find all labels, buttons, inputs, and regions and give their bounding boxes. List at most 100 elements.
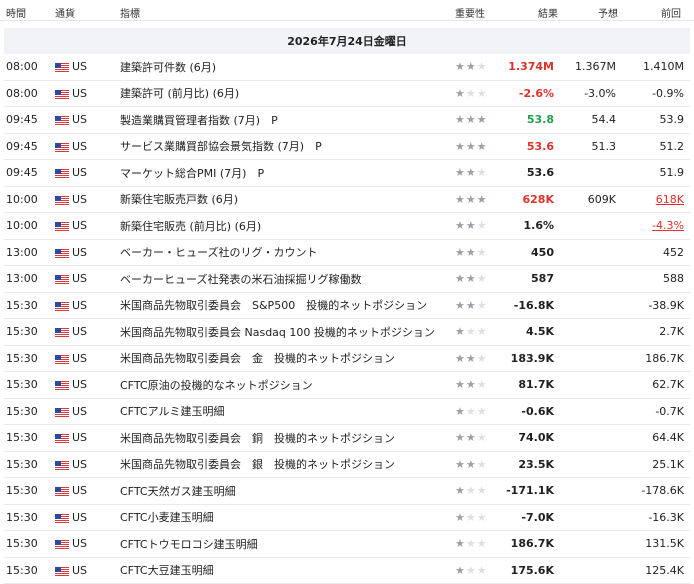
table-row[interactable]: 15:30USCFTCアルミ建玉明細★★★-0.6K-0.7K	[4, 399, 690, 426]
table-row[interactable]: 13:00USベーカー・ヒューズ社のリグ・カウント★★★450452	[4, 240, 690, 267]
table-row[interactable]: 08:00US建築許可 (前月比) (6月)★★★-2.6%-3.0%-0.9%	[4, 81, 690, 108]
indicator-name[interactable]: 建築許可件数 (6月)	[120, 54, 216, 80]
indicator-name[interactable]: 米国商品先物取引委員会 Nasdaq 100 投機的ネットポジション	[120, 319, 435, 345]
currency-code: US	[72, 505, 87, 531]
indicator-name[interactable]: CFTC天然ガス建玉明細	[120, 478, 236, 504]
event-time: 15:30	[6, 452, 38, 478]
table-row[interactable]: 15:30US米国商品先物取引委員会 Nasdaq 100 投機的ネットポジショ…	[4, 319, 690, 346]
event-time: 13:00	[6, 266, 38, 292]
indicator-name[interactable]: ベーカーヒューズ社発表の米石油採掘リグ稼働数	[120, 266, 361, 292]
table-row[interactable]: 15:30US米国商品先物取引委員会 S&P500 投機的ネットポジション★★★…	[4, 293, 690, 320]
table-row[interactable]: 09:45US製造業購買管理者指数 (7月) P★★★53.854.453.9	[4, 107, 690, 134]
table-row[interactable]: 09:45USマーケット総合PMI (7月) P★★★53.651.9	[4, 160, 690, 187]
star-icon: ★	[477, 431, 487, 444]
table-row[interactable]: 15:30USCFTC大豆建玉明細★★★175.6K125.4K	[4, 558, 690, 584]
currency-code: US	[72, 54, 87, 80]
indicator-name[interactable]: 米国商品先物取引委員会 銅 投機的ネットポジション	[120, 425, 395, 451]
table-row[interactable]: 09:45USサービス業購買部協会景気指数 (7月) P★★★53.651.35…	[4, 134, 690, 161]
table-row[interactable]: 10:00US新築住宅販売戸数 (6月)★★★628K609K618K	[4, 187, 690, 214]
previous-value: 588	[663, 266, 684, 292]
previous-value: 62.7K	[652, 372, 684, 398]
indicator-name[interactable]: ベーカー・ヒューズ社のリグ・カウント	[120, 240, 317, 266]
currency-code: US	[72, 478, 87, 504]
importance-stars: ★★★	[455, 531, 488, 557]
indicator-name[interactable]: 米国商品先物取引委員会 金 投機的ネットポジション	[120, 346, 395, 372]
table-row[interactable]: 15:30US米国商品先物取引委員会 銅 投機的ネットポジション★★★74.0K…	[4, 425, 690, 452]
table-row[interactable]: 15:30USCFTC原油の投機的なネットポジション★★★81.7K62.7K	[4, 372, 690, 399]
table-row[interactable]: 13:00USベーカーヒューズ社発表の米石油採掘リグ稼働数★★★587588	[4, 266, 690, 293]
indicator-name[interactable]: CFTCアルミ建玉明細	[120, 399, 224, 425]
indicator-name[interactable]: 建築許可 (前月比) (6月)	[120, 81, 239, 107]
previous-value: 51.2	[660, 134, 685, 160]
header-previous[interactable]: 前回	[661, 5, 681, 20]
us-flag-icon	[55, 196, 69, 205]
actual-value: -16.8K	[514, 293, 554, 319]
previous-value: 618K	[656, 187, 684, 213]
star-icon: ★	[477, 458, 487, 471]
header-forecast[interactable]: 予想	[598, 5, 618, 20]
previous-value: 452	[663, 240, 684, 266]
forecast-value: 609K	[588, 187, 616, 213]
actual-value: 1.6%	[523, 213, 554, 239]
header-actual[interactable]: 結果	[538, 5, 558, 20]
indicator-name[interactable]: CFTC大豆建玉明細	[120, 558, 214, 584]
star-icon: ★	[477, 219, 487, 232]
importance-stars: ★★★	[455, 160, 488, 186]
event-time: 15:30	[6, 319, 38, 345]
currency-code: US	[72, 134, 87, 160]
star-icon: ★	[477, 484, 487, 497]
table-row[interactable]: 15:30USCFTC天然ガス建玉明細★★★-171.1K-178.6K	[4, 478, 690, 505]
header-currency[interactable]: 通貨	[55, 5, 75, 20]
previous-value: -178.6K	[641, 478, 684, 504]
star-icon: ★	[477, 140, 487, 153]
indicator-name[interactable]: 米国商品先物取引委員会 銀 投機的ネットポジション	[120, 452, 395, 478]
star-icon: ★	[466, 166, 476, 179]
header-indicator[interactable]: 指標	[120, 5, 140, 20]
currency-code: US	[72, 558, 87, 584]
currency-code: US	[72, 187, 87, 213]
indicator-name[interactable]: 製造業購買管理者指数 (7月) P	[120, 107, 278, 133]
table-row[interactable]: 15:30USCFTC小麦建玉明細★★★-7.0K-16.3K	[4, 505, 690, 532]
event-time: 13:00	[6, 240, 38, 266]
indicator-name[interactable]: 米国商品先物取引委員会 S&P500 投機的ネットポジション	[120, 293, 427, 319]
previous-value: 186.7K	[645, 346, 684, 372]
importance-stars: ★★★	[455, 240, 488, 266]
importance-stars: ★★★	[455, 187, 488, 213]
star-icon: ★	[477, 193, 487, 206]
previous-value: 131.5K	[645, 531, 684, 557]
actual-value: 175.6K	[511, 558, 554, 584]
table-row[interactable]: 15:30US米国商品先物取引委員会 銀 投機的ネットポジション★★★23.5K…	[4, 452, 690, 479]
previous-value: -38.9K	[648, 293, 684, 319]
previous-value: 1.410M	[643, 54, 684, 80]
indicator-name[interactable]: マーケット総合PMI (7月) P	[120, 160, 264, 186]
table-row[interactable]: 15:30US米国商品先物取引委員会 金 投機的ネットポジション★★★183.9…	[4, 346, 690, 373]
star-icon: ★	[466, 352, 476, 365]
us-flag-icon	[55, 249, 69, 258]
previous-value: 53.9	[660, 107, 685, 133]
header-importance[interactable]: 重要性	[455, 5, 485, 20]
us-flag-icon	[55, 169, 69, 178]
header-time[interactable]: 時間	[6, 5, 26, 20]
us-flag-icon	[55, 116, 69, 125]
event-time: 15:30	[6, 505, 38, 531]
indicator-name[interactable]: 新築住宅販売 (前月比) (6月)	[120, 213, 261, 239]
star-icon: ★	[455, 113, 465, 126]
indicator-name[interactable]: CFTC小麦建玉明細	[120, 505, 214, 531]
actual-value: 587	[531, 266, 554, 292]
actual-value: -2.6%	[519, 81, 554, 107]
indicator-name[interactable]: CFTCトウモロコシ建玉明細	[120, 531, 258, 557]
table-row[interactable]: 15:30USCFTCトウモロコシ建玉明細★★★186.7K131.5K	[4, 531, 690, 558]
us-flag-icon	[55, 355, 69, 364]
indicator-name[interactable]: サービス業購買部協会景気指数 (7月) P	[120, 134, 322, 160]
table-row[interactable]: 08:00US建築許可件数 (6月)★★★1.374M1.367M1.410M	[4, 54, 690, 81]
event-time: 15:30	[6, 346, 38, 372]
star-icon: ★	[477, 272, 487, 285]
importance-stars: ★★★	[455, 319, 488, 345]
star-icon: ★	[455, 537, 465, 550]
currency-code: US	[72, 531, 87, 557]
indicator-name[interactable]: 新築住宅販売戸数 (6月)	[120, 187, 238, 213]
table-row[interactable]: 10:00US新築住宅販売 (前月比) (6月)★★★1.6%-4.3%	[4, 213, 690, 240]
indicator-name[interactable]: CFTC原油の投機的なネットポジション	[120, 372, 313, 398]
us-flag-icon	[55, 434, 69, 443]
importance-stars: ★★★	[455, 399, 488, 425]
